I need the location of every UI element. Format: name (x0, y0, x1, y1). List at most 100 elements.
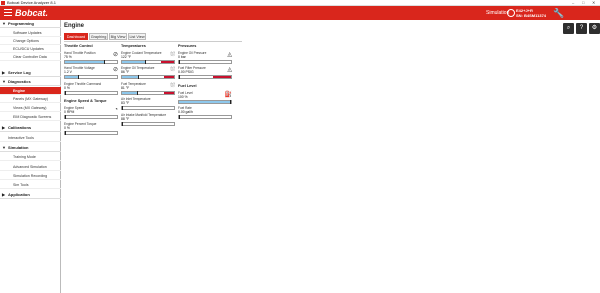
gauge-engine-percent-torque: Engine Percent Torque 0 % (64, 122, 118, 137)
gauge-value: 0 % (64, 85, 70, 90)
gauge-value: 0 bar (178, 54, 186, 59)
fuel-filter-icon: ◬ (227, 67, 232, 73)
sidebar-item-eim-diagnostic-screens[interactable]: EIM Diagnostic Screens (0, 113, 61, 121)
gauge-marker (137, 75, 139, 79)
gauge-redzone (161, 61, 174, 63)
gauge-bar (121, 91, 175, 95)
gauge-fill (65, 76, 78, 78)
gauge-value: 0.00 PSIG (178, 69, 194, 74)
equipment-serial: SN: B4SM11374 (516, 13, 547, 18)
gauge-marker (136, 91, 138, 95)
gauge-redzone (212, 76, 231, 78)
gauge-marker (122, 106, 123, 110)
sidebar-section-calibrations[interactable]: ▶ Calibrations (0, 124, 61, 132)
gauge-value: 86 °F (121, 69, 130, 74)
gauge-marker (104, 60, 105, 64)
chevron-down-icon: ▼ (2, 21, 6, 26)
sidebar-item-advanced-simulation[interactable]: Advanced Simulation (0, 163, 61, 171)
gauge-bar (121, 75, 175, 79)
coolant-icon: ⛆ (170, 52, 175, 58)
group-title-pressures: Pressures (178, 44, 197, 48)
sidebar-item-interactive-tools[interactable]: Interactive Tools (0, 134, 61, 142)
equipment-icon (507, 9, 515, 17)
gauge-fill (65, 61, 104, 63)
gear-icon[interactable]: ⚙ (589, 23, 600, 34)
sidebar-item-simulation-recording[interactable]: Simulation Recording (0, 172, 61, 180)
gauge-engine-throttle-command: Engine Throttle Command 0 % (64, 82, 118, 97)
sidebar-item-training-mode[interactable]: Training Mode (0, 153, 61, 161)
gauge-value: 100 % (178, 94, 188, 99)
oil-temp-icon: ⛆ (170, 67, 175, 73)
sidebar-section-simulation[interactable]: ▼ Simulation (0, 144, 61, 152)
sidebar-item-software-updates[interactable]: Software Updates (0, 29, 61, 37)
sidebar-item-engine[interactable]: Engine (0, 87, 61, 95)
gauge-fill (122, 92, 137, 94)
fuel-pump-icon: ⛽ (224, 92, 232, 98)
gauge-value: 88 °F (121, 116, 130, 121)
group-title-fuel: Fuel Level (178, 84, 197, 88)
gauge-bar (64, 60, 118, 64)
gauge-fill (179, 101, 231, 103)
search-icon[interactable]: ⌕ (563, 23, 574, 34)
gauge-air-intake-manifold-temperature: Air Intake Manifold Temperature 88 °F (121, 113, 175, 128)
gauge-value: 83 °F (121, 100, 130, 105)
gauge-air-inlet-temperature: Air Inlet Temperature 83 °F (121, 97, 175, 112)
app-header: Bobcat. Simulation E42+J+R SN: B4SM11374… (0, 6, 600, 20)
mode-label: Simulation (486, 10, 510, 16)
gauge-marker (65, 115, 66, 119)
help-icon[interactable]: ? (576, 23, 587, 34)
gauge-marker (122, 122, 123, 126)
gauge-marker (65, 91, 66, 95)
chevron-right-icon: ▶ (2, 125, 6, 130)
group-title-throttle: Throttle Control (64, 44, 93, 48)
gauge-bar (178, 60, 232, 64)
gauge-fill (122, 76, 138, 78)
gauge-bar (121, 106, 175, 110)
gauge-value: 75 % (64, 54, 72, 59)
sidebar-section-programming[interactable]: ▼ Programming (0, 20, 61, 28)
gauge-engine-oil-temperature: Engine Oil Temperature 86 °F ⛆ (121, 66, 175, 81)
group-title-speed: Engine Speed & Torque (64, 99, 107, 103)
gauge-engine-oil-pressure: Engine Oil Pressure 0 bar ◬ (178, 51, 232, 66)
sidebar-item-sim-tools[interactable]: Sim Tools (0, 181, 61, 189)
sidebar-item-views[interactable]: Views (MX Gateway) (0, 104, 61, 112)
chevron-right-icon: ▶ (2, 70, 6, 75)
gauge-bar (121, 60, 175, 64)
gauge-redzone (163, 76, 174, 78)
chevron-down-icon: ▼ (2, 79, 6, 84)
oil-pressure-icon: ◬ (227, 52, 232, 58)
gauge-value: 81 °F (121, 85, 130, 90)
tab-big-view[interactable]: Big View (109, 33, 127, 40)
wrench-icon[interactable]: 🔧 (553, 8, 564, 18)
gauge-marker (179, 75, 180, 79)
tab-dashboard[interactable]: Dashboard (64, 33, 88, 40)
page-title: Engine (64, 23, 85, 29)
speed-icon: ◔ (114, 107, 118, 113)
sidebar-section-service-log[interactable]: ▶ Service Log (0, 69, 61, 77)
gauge-fuel-temperature: Fuel Temperature 81 °F ⛆ (121, 82, 175, 97)
gauge-marker (179, 60, 180, 64)
gauge-value: 0.00 gal/h (178, 109, 193, 114)
gauge-marker (230, 100, 231, 104)
gauge-marker (145, 60, 147, 64)
gauge-marker (65, 131, 66, 135)
sidebar-item-change-options[interactable]: Change Options (0, 37, 61, 45)
gauge-engine-coolant-temperature: Engine Coolant Temperature 122 °F ⛆ (121, 51, 175, 66)
tab-list-view[interactable]: List View (128, 33, 146, 40)
sidebar-section-diagnostics[interactable]: ▼ Diagnostics (0, 78, 61, 86)
gauge-value: 0 RPM (64, 109, 75, 114)
sidebar-item-ecu-updates[interactable]: ECU/DCU Updates (0, 45, 61, 53)
gauge-value: 0 % (64, 125, 70, 130)
gauge-value: 1.2 V (64, 69, 72, 74)
sidebar-section-application[interactable]: ▶ Application (0, 191, 61, 199)
tab-divider (64, 41, 242, 42)
main-panel: Engine ⌕ ? ⚙ Dashboard Graphing Big View… (62, 20, 600, 293)
menu-icon[interactable] (4, 9, 12, 17)
chevron-down-icon: ▼ (2, 145, 6, 150)
throttle-icon: ⊘ (112, 52, 118, 58)
gauge-hand-throttle-position: Hand Throttle Position 75 % ⊘ (64, 51, 118, 66)
tab-graphing[interactable]: Graphing (89, 33, 108, 40)
voltage-icon: ⊘ (112, 67, 118, 73)
sidebar-item-panels[interactable]: Panels (MX Gateway) (0, 95, 61, 103)
sidebar-item-clear-controller-data[interactable]: Clear Controller Data (0, 53, 61, 61)
